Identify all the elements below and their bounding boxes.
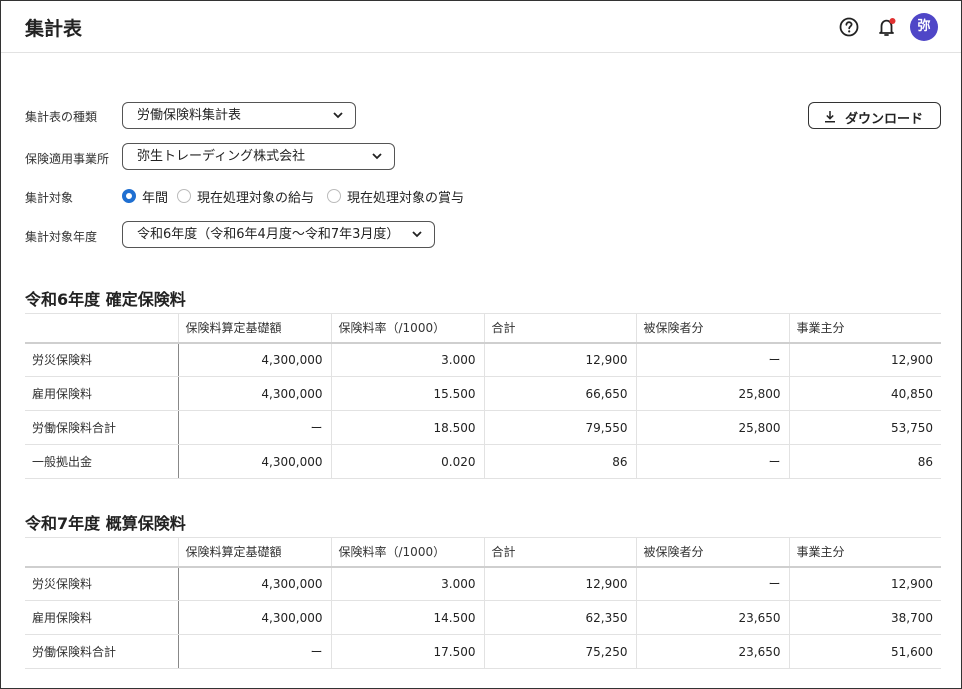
row-label: 労働保険料合計 xyxy=(25,634,178,669)
table-cell: 53,750 xyxy=(788,410,941,445)
target-label: 集計対象 xyxy=(25,191,74,205)
table-cell: 4,300,000 xyxy=(177,376,331,411)
table-cell: 3.000 xyxy=(330,342,484,377)
table-cell: 15.500 xyxy=(330,376,484,411)
table-cell: 25,800 xyxy=(635,376,789,411)
year-select[interactable]: 令和6年度（令和6年4月度〜令和7年3月度） xyxy=(122,221,435,248)
help-circle-icon[interactable] xyxy=(838,16,860,38)
office-select[interactable]: 弥生トレーディング株式会社 xyxy=(122,143,395,170)
estimated-premium-table: 保険料算定基礎額 保険料率（/1000） 合計 被保険者分 事業主分 労災保険料… xyxy=(25,537,941,669)
table-cell: 86 xyxy=(788,444,941,479)
column-header xyxy=(25,313,178,344)
row-label: 労働保険料合計 xyxy=(25,410,178,445)
radio-dot xyxy=(177,189,191,203)
column-header: 事業主分 xyxy=(788,313,941,344)
table-cell: 62,350 xyxy=(483,600,636,635)
column-header: 被保険者分 xyxy=(635,313,789,344)
table-cell: ー xyxy=(177,634,331,669)
year-value: 令和6年度（令和6年4月度〜令和7年3月度） xyxy=(137,227,400,242)
section-title-confirmed: 令和6年度 確定保険料 xyxy=(25,290,186,309)
column-header: 保険料算定基礎額 xyxy=(177,313,331,344)
chevron-down-icon xyxy=(412,231,422,238)
table-cell: 18.500 xyxy=(330,410,484,445)
table-cell: ー xyxy=(635,566,789,601)
column-header: 保険料率（/1000） xyxy=(330,313,484,344)
table-cell: 25,800 xyxy=(635,410,789,445)
table-cell: 4,300,000 xyxy=(177,566,331,601)
radio-dot xyxy=(122,189,136,203)
section-title-estimated: 令和7年度 概算保険料 xyxy=(25,514,186,533)
radio-dot xyxy=(327,189,341,203)
report-type-select[interactable]: 労働保険料集計表 xyxy=(122,102,356,129)
download-icon xyxy=(825,111,835,123)
table-cell: 75,250 xyxy=(483,634,636,669)
table-cell: 4,300,000 xyxy=(177,444,331,479)
table-cell: 17.500 xyxy=(330,634,484,669)
download-label: ダウンロード xyxy=(845,111,924,126)
table-row: 労災保険料 4,300,000 3.000 12,900 ー 12,900 xyxy=(25,342,941,377)
page-title: 集計表 xyxy=(25,18,83,40)
column-header: 被保険者分 xyxy=(635,537,789,568)
column-header: 保険料算定基礎額 xyxy=(177,537,331,568)
column-header: 保険料率（/1000） xyxy=(330,537,484,568)
table-row: 労働保険料合計 ー 17.500 75,250 23,650 51,600 xyxy=(25,634,941,669)
report-type-value: 労働保険料集計表 xyxy=(137,108,242,123)
table-row: 雇用保険料 4,300,000 15.500 66,650 25,800 40,… xyxy=(25,376,941,411)
table-cell: 12,900 xyxy=(788,342,941,377)
bell-icon[interactable] xyxy=(876,16,898,38)
table-row: 雇用保険料 4,300,000 14.500 62,350 23,650 38,… xyxy=(25,600,941,635)
table-cell: 51,600 xyxy=(788,634,941,669)
radio-annual-label: 年間 xyxy=(142,191,169,206)
table-cell: 86 xyxy=(483,444,636,479)
confirmed-premium-table: 保険料算定基礎額 保険料率（/1000） 合計 被保険者分 事業主分 労災保険料… xyxy=(25,313,941,479)
radio-current-bonus-label: 現在処理対象の賞与 xyxy=(347,191,465,206)
table-cell: 14.500 xyxy=(330,600,484,635)
download-button[interactable]: ダウンロード xyxy=(808,102,941,129)
table-cell: 4,300,000 xyxy=(177,342,331,377)
table-cell: ー xyxy=(635,444,789,479)
avatar[interactable]: 弥 xyxy=(910,13,938,41)
app-header: 集計表 弥 xyxy=(1,1,961,53)
table-cell: 38,700 xyxy=(788,600,941,635)
table-cell: 23,650 xyxy=(635,600,789,635)
radio-current-salary-label: 現在処理対象の給与 xyxy=(197,191,315,206)
row-label: 雇用保険料 xyxy=(25,600,178,635)
table-cell: ー xyxy=(177,410,331,445)
table-cell: 12,900 xyxy=(788,566,941,601)
row-label: 労災保険料 xyxy=(25,342,178,377)
row-label: 労災保険料 xyxy=(25,566,178,601)
table-row: 労働保険料合計 ー 18.500 79,550 25,800 53,750 xyxy=(25,410,941,445)
column-header: 合計 xyxy=(483,537,636,568)
table-row: 労災保険料 4,300,000 3.000 12,900 ー 12,900 xyxy=(25,566,941,601)
app-window: 集計表 弥 集計表の種類 労働保険料集計表 ダウンロード 保険適用事業所 弥生ト… xyxy=(0,0,962,689)
table-cell: 4,300,000 xyxy=(177,600,331,635)
table-cell: 12,900 xyxy=(483,342,636,377)
type-label: 集計表の種類 xyxy=(25,110,98,124)
column-header: 事業主分 xyxy=(788,537,941,568)
table-cell: ー xyxy=(635,342,789,377)
office-value: 弥生トレーディング株式会社 xyxy=(137,149,306,164)
table-cell: 40,850 xyxy=(788,376,941,411)
table-cell: 12,900 xyxy=(483,566,636,601)
row-label: 雇用保険料 xyxy=(25,376,178,411)
notification-dot xyxy=(889,18,896,24)
office-label: 保険適用事業所 xyxy=(25,152,110,166)
table-row: 一般拠出金 4,300,000 0.020 86 ー 86 xyxy=(25,444,941,479)
table-cell: 0.020 xyxy=(330,444,484,479)
table-cell: 66,650 xyxy=(483,376,636,411)
table-cell: 79,550 xyxy=(483,410,636,445)
table-cell: 23,650 xyxy=(635,634,789,669)
year-label: 集計対象年度 xyxy=(25,230,98,244)
table-header-row: 保険料算定基礎額 保険料率（/1000） 合計 被保険者分 事業主分 xyxy=(25,313,941,344)
row-label: 一般拠出金 xyxy=(25,444,178,479)
chevron-down-icon xyxy=(372,153,382,160)
table-header-row: 保険料算定基礎額 保険料率（/1000） 合計 被保険者分 事業主分 xyxy=(25,537,941,568)
chevron-down-icon xyxy=(333,112,343,119)
column-header: 合計 xyxy=(483,313,636,344)
column-header xyxy=(25,537,178,568)
table-cell: 3.000 xyxy=(330,566,484,601)
